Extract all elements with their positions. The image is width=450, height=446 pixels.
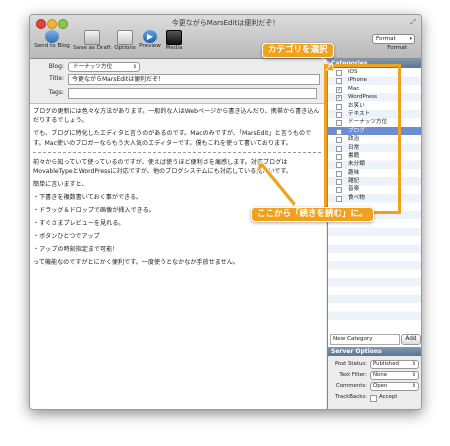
more-callout: ここから「続きを読む」に。 <box>251 207 374 222</box>
annotation-arrows <box>257 49 335 208</box>
more-arrow <box>257 162 297 208</box>
category-callout: カテゴリを選択 <box>262 43 334 58</box>
